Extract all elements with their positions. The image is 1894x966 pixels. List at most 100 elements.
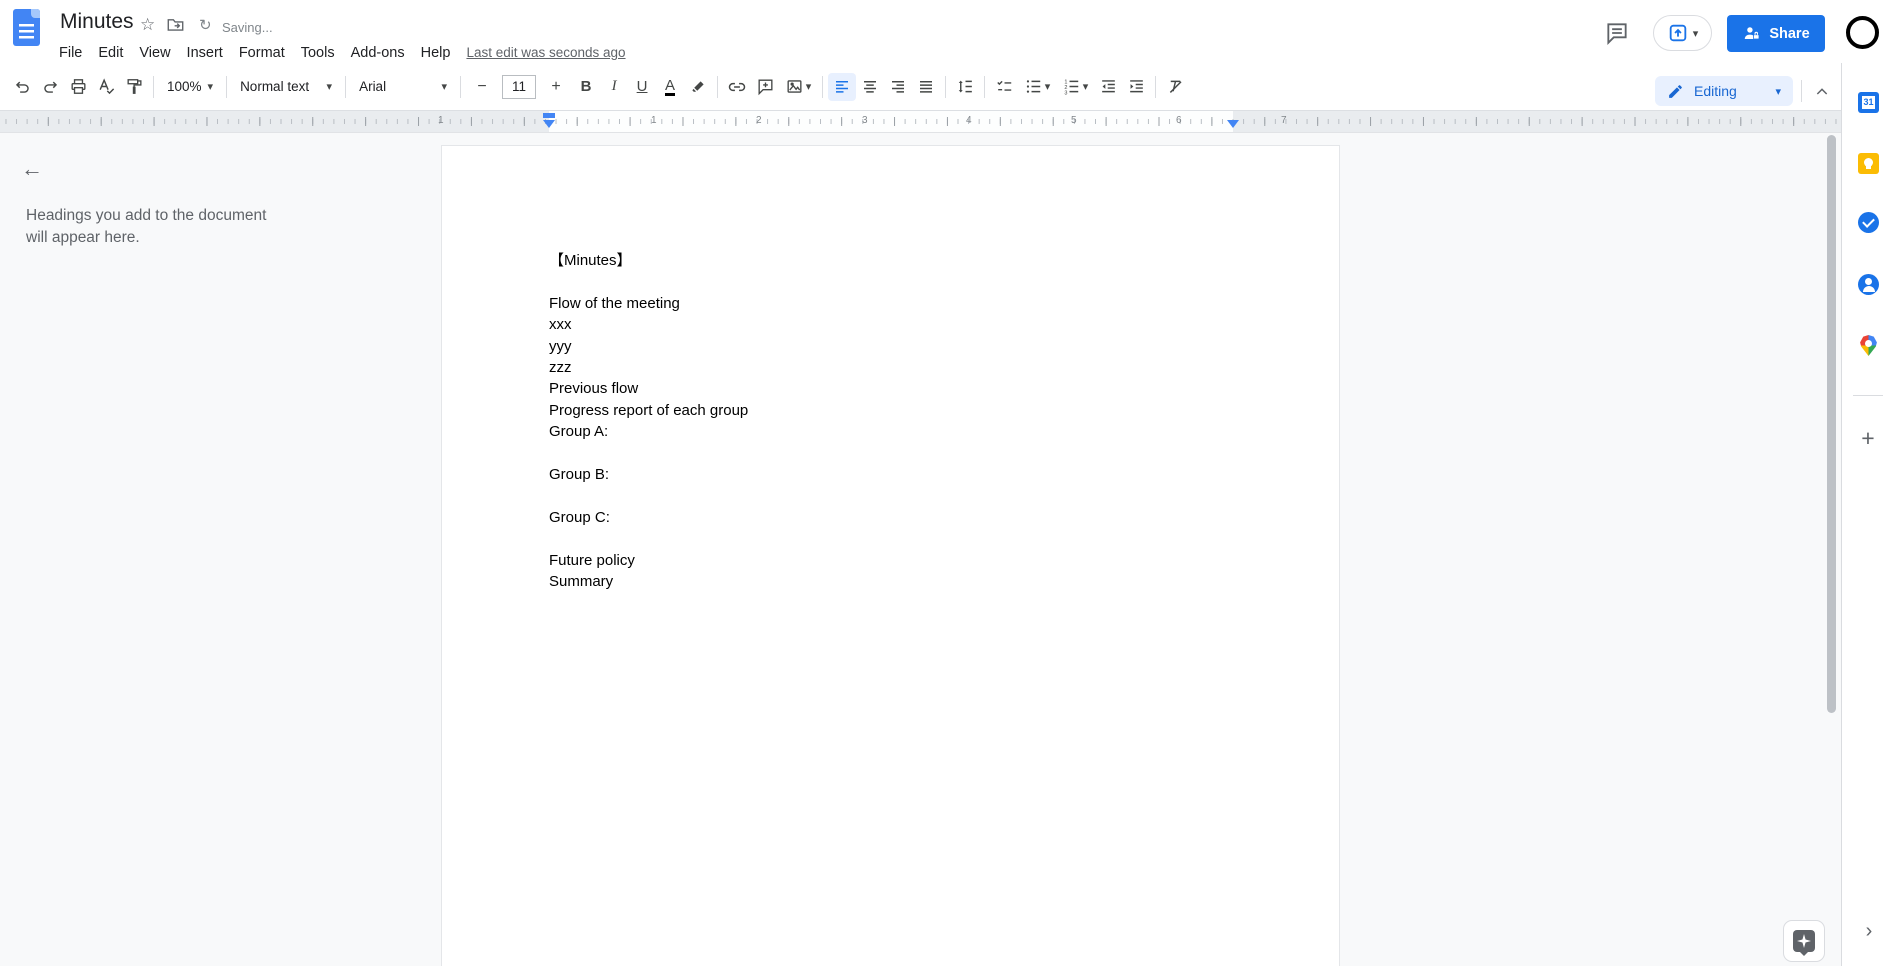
toolbar-separator [984, 75, 986, 98]
menu-edit[interactable]: Edit [90, 43, 131, 63]
docs-logo[interactable] [13, 9, 40, 46]
menu-addons[interactable]: Add-ons [343, 43, 413, 63]
google-tasks-icon[interactable] [1858, 212, 1879, 233]
explore-icon [1793, 930, 1815, 956]
decrease-font-size-button[interactable]: − [468, 73, 496, 101]
print-button[interactable] [64, 73, 92, 101]
pencil-icon [1669, 84, 1682, 98]
bulleted-list-button[interactable]: ▾ [1018, 73, 1056, 101]
calendar-day-label: 31 [1862, 96, 1875, 109]
mode-select-editing[interactable]: Editing ▾ [1655, 76, 1793, 106]
document-canvas: ← Headings you add to the document will … [0, 133, 1841, 966]
underline-glyph: U [636, 78, 648, 95]
align-left-button[interactable] [828, 72, 857, 101]
vertical-scrollbar-thumb[interactable] [1827, 135, 1836, 713]
close-outline-button[interactable]: ← [14, 151, 50, 187]
spellcheck-button[interactable] [92, 73, 120, 101]
app-bar: Minutes ☆ ↻ Saving... File Edit View Ins… [0, 0, 1894, 63]
paragraph-style-select[interactable]: Normal text ▾ [232, 73, 340, 101]
menu-bar: File Edit View Insert Format Tools Add-o… [51, 42, 626, 63]
checklist-button[interactable] [990, 73, 1018, 101]
increase-font-size-button[interactable]: + [542, 73, 570, 101]
font-caret-icon: ▾ [441, 81, 448, 93]
highlight-color-button[interactable] [684, 73, 712, 101]
add-comment-button[interactable] [751, 73, 779, 101]
google-calendar-icon[interactable]: 31 [1858, 92, 1879, 113]
image-caret-icon: ▾ [805, 81, 812, 93]
get-addons-button[interactable]: + [1856, 426, 1880, 450]
zoom-value: 100% [167, 79, 202, 94]
ruler-label: 5 [1071, 115, 1077, 126]
google-contacts-icon[interactable] [1858, 274, 1879, 295]
explore-button[interactable] [1783, 920, 1825, 962]
toolbar: 100% ▾ Normal text ▾ Arial ▾ − 11 + B I … [0, 63, 1841, 110]
insert-link-button[interactable] [723, 73, 751, 101]
present-icon [1667, 22, 1689, 44]
mode-label: Editing [1694, 83, 1737, 99]
insert-image-button[interactable]: ▾ [779, 73, 817, 101]
menu-format[interactable]: Format [231, 43, 293, 63]
ruler-ticks [0, 111, 1841, 132]
decrease-indent-button[interactable] [1094, 73, 1122, 101]
menu-help[interactable]: Help [413, 43, 459, 63]
bulleted-list-caret-icon: ▾ [1044, 81, 1051, 93]
saving-status: Saving... [222, 20, 273, 35]
undo-button[interactable] [8, 73, 36, 101]
underline-button[interactable]: U [628, 73, 656, 101]
font-select[interactable]: Arial ▾ [351, 73, 455, 101]
left-indent-marker[interactable] [543, 120, 555, 128]
ruler-label: 2 [756, 115, 762, 126]
font-size-value[interactable]: 11 [502, 74, 537, 99]
toolbar-separator [945, 75, 947, 98]
bold-glyph: B [580, 78, 592, 95]
redo-button[interactable] [36, 73, 64, 101]
toolbar-separator [460, 75, 462, 98]
ruler-label: 4 [966, 115, 972, 126]
menu-tools[interactable]: Tools [293, 43, 343, 63]
text-color-button[interactable]: A [656, 73, 684, 101]
share-button[interactable]: Share [1727, 15, 1825, 52]
ruler-label: 6 [1176, 115, 1182, 126]
toolbar-separator [1155, 75, 1157, 98]
google-maps-icon[interactable] [1860, 335, 1877, 356]
document-page[interactable]: 【Minutes】 Flow of the meeting xxx yyy zz… [441, 145, 1340, 966]
italic-glyph: I [611, 78, 617, 94]
comment-history-button[interactable] [1604, 20, 1634, 50]
mode-caret-icon: ▾ [1775, 85, 1781, 98]
toolbar-separator [345, 75, 347, 98]
increase-indent-button[interactable] [1122, 73, 1150, 101]
zoom-select[interactable]: 100% ▾ [159, 73, 221, 101]
clear-formatting-button[interactable] [1161, 73, 1189, 101]
google-keep-icon[interactable] [1858, 153, 1879, 174]
bold-button[interactable]: B [572, 73, 600, 101]
sync-icon: ↻ [199, 17, 212, 34]
numbered-list-button[interactable]: 1 2 3 ▾ [1056, 73, 1094, 101]
last-edit-link[interactable]: Last edit was seconds ago [466, 45, 625, 60]
align-right-button[interactable] [884, 73, 912, 101]
ruler-label: 1 [651, 115, 657, 126]
document-text[interactable]: 【Minutes】 Flow of the meeting xxx yyy zz… [549, 250, 1234, 593]
move-to-folder-icon[interactable] [167, 17, 184, 32]
side-panel-divider [1853, 395, 1883, 396]
menu-file[interactable]: File [51, 43, 90, 63]
justify-button[interactable] [912, 73, 940, 101]
menu-view[interactable]: View [131, 43, 178, 63]
hide-menus-button[interactable] [1808, 78, 1836, 106]
toolbar-separator [226, 75, 228, 98]
present-button[interactable]: ▾ [1653, 15, 1712, 51]
account-avatar[interactable] [1846, 16, 1879, 49]
ruler: 1 1 2 3 4 5 6 7 [0, 110, 1841, 133]
document-title[interactable]: Minutes [60, 10, 134, 34]
first-line-indent-marker[interactable] [543, 113, 555, 118]
toolbar-separator [153, 75, 154, 98]
right-indent-marker[interactable] [1227, 120, 1239, 128]
align-center-button[interactable] [856, 73, 884, 101]
line-spacing-button[interactable] [951, 73, 979, 101]
share-label: Share [1769, 25, 1810, 42]
paint-format-button[interactable] [120, 73, 148, 101]
toolbar-separator [822, 75, 824, 98]
show-side-panel-button[interactable]: › [1858, 921, 1880, 943]
italic-button[interactable]: I [600, 73, 628, 101]
menu-insert[interactable]: Insert [179, 43, 231, 63]
star-icon[interactable]: ☆ [140, 15, 155, 35]
